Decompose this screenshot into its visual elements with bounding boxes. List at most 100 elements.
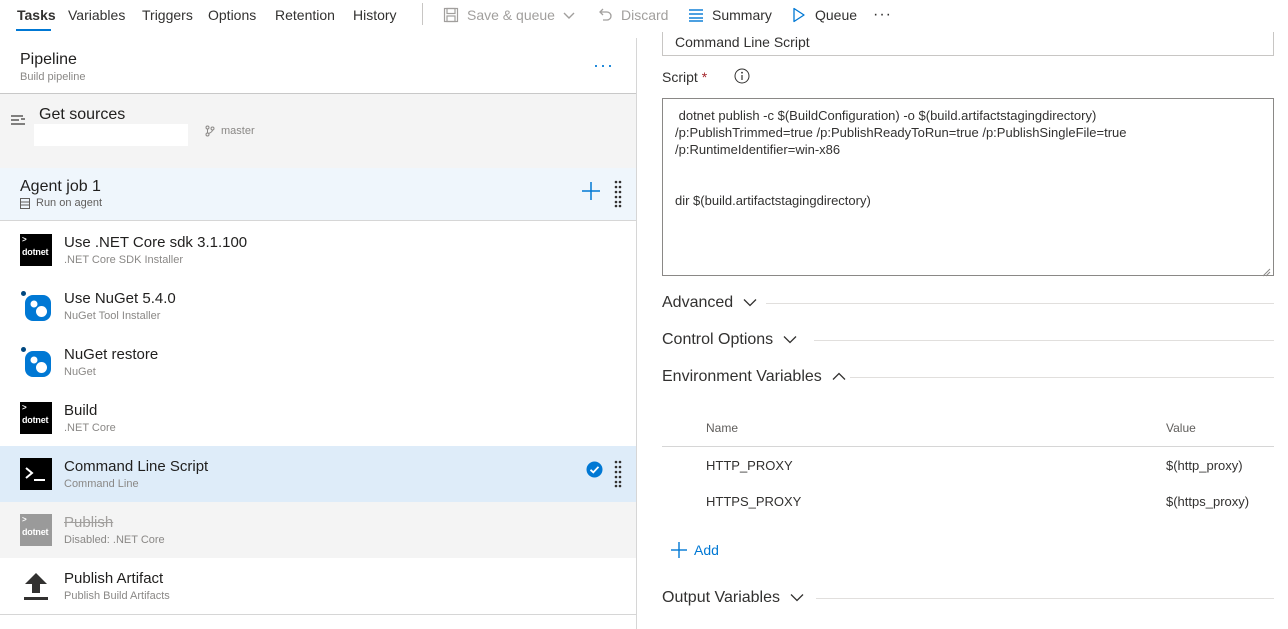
agent-job-subtitle-text: Run on agent xyxy=(36,197,103,209)
script-textarea[interactable]: dotnet publish -c $(BuildConfiguration) … xyxy=(662,98,1274,277)
script-line xyxy=(675,175,1261,192)
env-table-row[interactable]: HTTP_PROXY $(http_proxy) xyxy=(662,448,1274,484)
drag-handle-icon[interactable] xyxy=(614,180,622,208)
env-var-name[interactable]: HTTPS_PROXY xyxy=(706,494,801,509)
task-nuget-restore[interactable]: NuGet restore NuGet xyxy=(0,334,636,390)
task-name: Use .NET Core sdk 3.1.100 xyxy=(64,234,248,251)
task-publish-artifact[interactable]: Publish Artifact Publish Build Artifacts xyxy=(0,558,636,614)
advanced-section-toggle[interactable]: Advanced xyxy=(662,292,757,314)
pipeline-title: Pipeline xyxy=(20,51,77,68)
pipeline-menu-button[interactable]: ··· xyxy=(593,55,614,76)
tab-tasks[interactable]: Tasks xyxy=(17,7,56,23)
repository-name-redacted xyxy=(34,124,188,146)
drag-handle-icon[interactable] xyxy=(614,460,622,488)
chevron-down-icon xyxy=(563,7,575,23)
add-env-var-button[interactable]: Add xyxy=(670,541,719,559)
server-icon xyxy=(20,197,30,209)
output-variables-section-label: Output Variables xyxy=(662,589,780,606)
task-type: Disabled: .NET Core xyxy=(64,534,165,546)
task-type: Publish Build Artifacts xyxy=(64,590,170,602)
task-name: Publish Artifact xyxy=(64,570,164,587)
resize-handle-icon[interactable] xyxy=(1262,264,1271,277)
agent-job-title: Agent job 1 xyxy=(20,178,101,195)
task-name: Use NuGet 5.4.0 xyxy=(64,290,176,307)
required-marker: * xyxy=(701,69,708,85)
script-line: dir $(build.artifactstagingdirectory) xyxy=(675,193,871,208)
get-sources-title: Get sources xyxy=(39,106,126,123)
script-line: /p:RuntimeIdentifier=win-x86 xyxy=(675,142,841,157)
task-type: .NET Core xyxy=(64,422,116,434)
script-label: Script * xyxy=(662,69,708,85)
chevron-down-icon xyxy=(743,294,757,312)
discard-button[interactable]: Discard xyxy=(596,6,668,24)
discard-label: Discard xyxy=(621,7,669,23)
plus-icon xyxy=(671,542,687,558)
add-task-plus-icon[interactable] xyxy=(580,180,602,202)
nuget-icon xyxy=(20,290,52,322)
chevron-down-icon xyxy=(783,331,797,349)
add-label: Add xyxy=(694,542,719,558)
task-use-dotnet-sdk[interactable]: > dotnet Use .NET Core sdk 3.1.100 .NET C… xyxy=(0,222,636,278)
pipeline-subtitle: Build pipeline xyxy=(20,71,86,83)
environment-variables-section-label: Environment Variables xyxy=(662,368,822,385)
save-and-queue-button[interactable]: Save & queue xyxy=(442,6,575,24)
section-divider xyxy=(850,377,1274,378)
panel-divider xyxy=(636,38,637,629)
dotnet-icon: > dotnet xyxy=(20,514,52,546)
active-tab-indicator xyxy=(16,29,51,31)
script-line xyxy=(675,158,1261,175)
task-name: NuGet restore xyxy=(64,346,159,363)
task-use-nuget[interactable]: Use NuGet 5.4.0 NuGet Tool Installer xyxy=(0,278,636,334)
branch-name: master xyxy=(221,125,255,137)
section-divider xyxy=(766,303,1274,304)
task-name: Build xyxy=(64,402,98,419)
task-details-panel: Command Line Script Script * dotnet publ… xyxy=(638,32,1288,629)
agent-job-header[interactable]: Agent job 1 Run on agent xyxy=(0,168,636,221)
play-icon xyxy=(790,6,808,24)
undo-icon xyxy=(596,6,614,24)
tab-retention[interactable]: Retention xyxy=(275,7,335,23)
divider xyxy=(0,614,636,615)
save-icon xyxy=(442,6,460,24)
tab-variables[interactable]: Variables xyxy=(68,7,125,23)
list-icon xyxy=(687,6,705,24)
script-line: dotnet publish -c $(BuildConfiguration) … xyxy=(675,108,1097,123)
task-publish[interactable]: > dotnet Publish Disabled: .NET Core xyxy=(0,502,636,558)
branch-icon xyxy=(205,125,215,137)
display-name-input[interactable]: Command Line Script xyxy=(662,32,1274,56)
sources-icon xyxy=(10,112,26,128)
env-table-row[interactable]: HTTPS_PROXY $(https_proxy) xyxy=(662,484,1274,520)
save-and-queue-label: Save & queue xyxy=(467,7,555,23)
tab-options[interactable]: Options xyxy=(208,7,256,23)
chevron-down-icon xyxy=(790,589,804,607)
more-actions-button[interactable]: ··· xyxy=(873,6,892,24)
agent-job-subtitle: Run on agent xyxy=(20,197,102,209)
control-options-section-toggle[interactable]: Control Options xyxy=(662,329,797,351)
display-name-value: Command Line Script xyxy=(675,34,810,50)
branch-info: master xyxy=(205,125,255,137)
upload-icon xyxy=(20,570,52,602)
task-command-line-script[interactable]: Command Line Script Command Line xyxy=(0,446,636,502)
output-variables-section-toggle[interactable]: Output Variables xyxy=(662,587,804,609)
queue-label: Queue xyxy=(815,7,858,23)
task-build[interactable]: > dotnet Build .NET Core xyxy=(0,390,636,446)
env-var-name[interactable]: HTTP_PROXY xyxy=(706,458,793,473)
queue-button[interactable]: Queue xyxy=(790,6,857,24)
summary-label: Summary xyxy=(712,7,772,23)
env-var-value[interactable]: $(http_proxy) xyxy=(1166,458,1243,473)
task-name: Publish xyxy=(64,514,114,531)
advanced-section-label: Advanced xyxy=(662,294,734,311)
task-list-panel: Pipeline Build pipeline ··· Get sources … xyxy=(0,38,637,629)
get-sources-item[interactable]: Get sources master xyxy=(0,96,636,148)
env-var-value[interactable]: $(https_proxy) xyxy=(1166,494,1249,509)
top-toolbar: Tasks Variables Triggers Options Retenti… xyxy=(0,0,1288,32)
column-header-value: Value xyxy=(1166,421,1196,435)
tab-triggers[interactable]: Triggers xyxy=(142,7,193,23)
summary-button[interactable]: Summary xyxy=(687,6,772,24)
env-table-header: Name Value xyxy=(662,415,1274,447)
check-circle-icon xyxy=(586,461,603,478)
info-icon[interactable] xyxy=(734,68,750,84)
pipeline-header[interactable]: Pipeline Build pipeline ··· xyxy=(0,38,636,94)
tab-history[interactable]: History xyxy=(353,7,397,23)
environment-variables-section-toggle[interactable]: Environment Variables xyxy=(662,366,846,388)
